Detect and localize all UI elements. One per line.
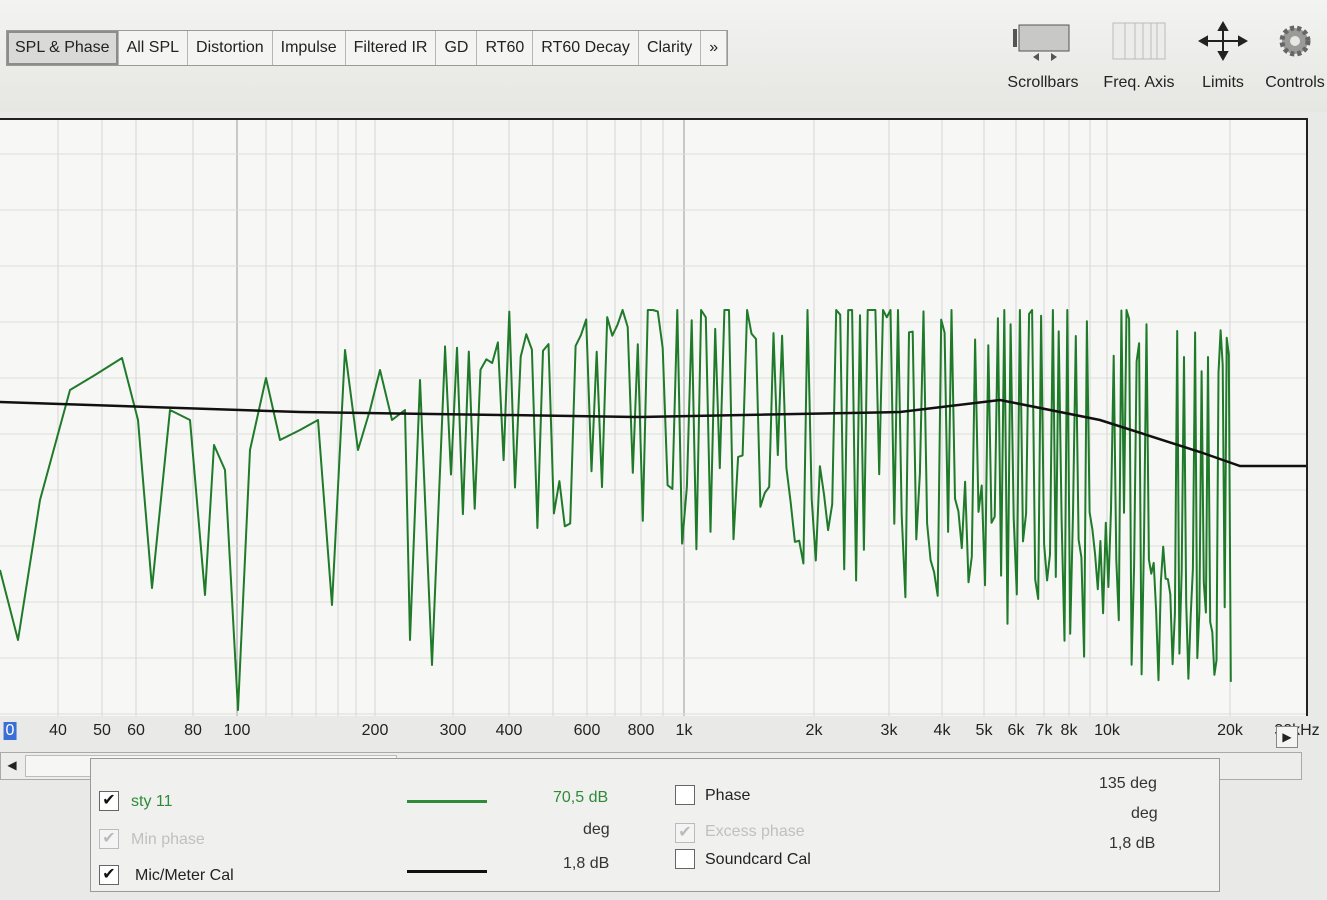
tab-spl-phase[interactable]: SPL & Phase (7, 31, 119, 65)
tab-clarity[interactable]: Clarity (639, 31, 702, 65)
tab-rt60[interactable]: RT60 (477, 31, 534, 65)
legend-row-min-phase: ✔ Min phase deg ✔ Excess phase deg (91, 805, 1219, 857)
freq-axis-label: Freq. Axis (1103, 74, 1175, 91)
excess-phase-unit: deg (1131, 805, 1158, 822)
scrollbars-label: Scrollbars (1007, 74, 1079, 91)
spl-graph[interactable] (0, 118, 1308, 716)
legend-panel: ✔ sty 11 70,5 dB Phase 135 deg ✔ Min pha… (90, 758, 1220, 892)
freq-tick: 6k (1007, 722, 1025, 739)
min-phase-label: Min phase (131, 831, 205, 848)
legend-row-measurement: ✔ sty 11 70,5 dB Phase 135 deg (91, 775, 1219, 819)
tab-impulse[interactable]: Impulse (273, 31, 346, 65)
tab-gd[interactable]: GD (436, 31, 478, 65)
freq-axis-button[interactable]: Freq. Axis (1096, 18, 1182, 92)
mic-cal-color-swatch (407, 870, 487, 873)
excess-phase-checkbox: ✔ (675, 823, 695, 843)
triangle-right-icon: ▶ (1282, 730, 1292, 744)
min-phase-checkbox: ✔ (99, 829, 119, 849)
measurement-checkbox[interactable]: ✔ (99, 791, 119, 811)
excess-phase-label: Excess phase (705, 823, 805, 840)
freq-tick: 7k (1035, 722, 1053, 739)
freq-tick: 2k (805, 722, 823, 739)
freq-tick: 4k (933, 722, 951, 739)
min-phase-unit: deg (583, 821, 610, 838)
soundcard-cal-label: Soundcard Cal (705, 851, 811, 868)
freq-tick: 300 (439, 722, 467, 739)
controls-button[interactable]: Controls (1252, 18, 1327, 92)
mic-cal-label: Mic/Meter Cal (135, 867, 234, 884)
phase-checkbox[interactable] (675, 785, 695, 805)
top-toolbar: SPL & Phase All SPL Distortion Impulse F… (0, 0, 1327, 112)
spl-graph-svg (0, 120, 1306, 716)
freq-tick: 50 (93, 722, 111, 739)
more-tabs-button[interactable]: » (701, 31, 728, 65)
freq-tick: 200 (361, 722, 389, 739)
freq-tick: 100 (223, 722, 251, 739)
freq-axis-first-tick[interactable]: 0 (3, 722, 17, 740)
scrollbars-button[interactable]: Scrollbars (1000, 18, 1086, 92)
check-icon: ✔ (102, 792, 116, 809)
mic-cal-checkbox[interactable]: ✔ (99, 865, 119, 885)
freq-tick: 600 (573, 722, 601, 739)
mic-cal-value: 1,8 dB (563, 855, 610, 872)
soundcard-cal-checkbox[interactable] (675, 849, 695, 869)
freq-tick: 5k (975, 722, 993, 739)
measurement-value: 70,5 dB (553, 789, 609, 806)
limits-arrows-icon (1198, 21, 1248, 61)
freq-tick: 1k (675, 722, 693, 739)
phase-label: Phase (705, 787, 751, 804)
freq-axis-icon (1112, 22, 1166, 60)
scrollbars-icon (1013, 24, 1070, 61)
check-icon: ✔ (102, 830, 116, 847)
mic-cal-line (0, 398, 1306, 468)
tab-rt60-decay[interactable]: RT60 Decay (533, 31, 639, 65)
triangle-left-icon: ◀ (7, 758, 17, 772)
scroll-left-button[interactable]: ◀ (3, 755, 21, 775)
freq-tick: 400 (495, 722, 523, 739)
tab-filtered-ir[interactable]: Filtered IR (346, 31, 437, 65)
legend-row-mic-cal: ✔ Mic/Meter Cal 1,8 dB Soundcard Cal 1,8… (91, 835, 1219, 893)
graph-tabs: SPL & Phase All SPL Distortion Impulse F… (6, 30, 729, 66)
controls-label: Controls (1265, 74, 1325, 91)
freq-tick: 10k (1094, 722, 1120, 739)
freq-tick: 20k (1217, 722, 1243, 739)
check-icon: ✔ (102, 866, 116, 883)
scroll-right-button[interactable]: ▶ (1276, 726, 1298, 748)
measurement-name: sty 11 (131, 793, 173, 810)
freq-tick: 8k (1060, 722, 1078, 739)
freq-tick: 800 (627, 722, 655, 739)
frequency-axis: 0 40 50 60 80 100 200 300 400 600 800 1k… (0, 712, 1327, 748)
gear-icon (1279, 25, 1311, 57)
freq-tick: 80 (184, 722, 202, 739)
measurement-color-swatch (407, 800, 487, 803)
tab-all-spl[interactable]: All SPL (119, 31, 189, 65)
tab-distortion[interactable]: Distortion (188, 31, 273, 65)
phase-value: 135 deg (1099, 775, 1157, 792)
freq-tick: 3k (880, 722, 898, 739)
freq-tick: 40 (49, 722, 67, 739)
freq-tick: 60 (127, 722, 145, 739)
soundcard-cal-value: 1,8 dB (1109, 835, 1156, 852)
check-icon: ✔ (678, 824, 692, 841)
